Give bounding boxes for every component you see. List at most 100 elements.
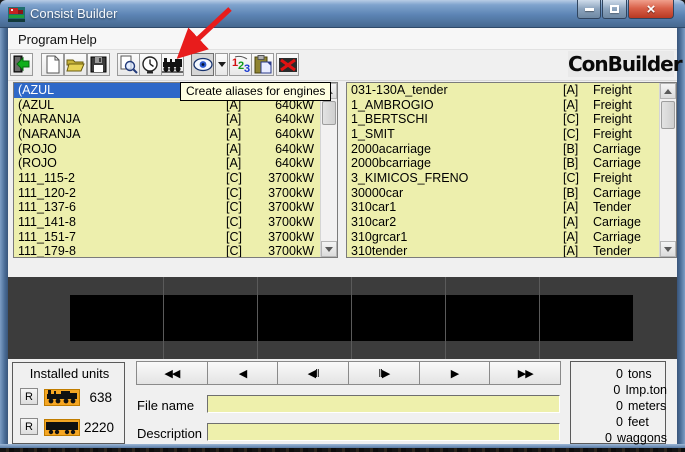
create-aliases-button[interactable] [161, 53, 184, 76]
description-input[interactable] [207, 423, 560, 441]
engine-class: [C] [226, 186, 256, 201]
file-name-label: File name [137, 398, 194, 413]
scrollbar-thumb[interactable] [322, 101, 336, 125]
reverse-engine-button[interactable]: R [20, 388, 38, 405]
renumber-button[interactable]: 1 2 3 [229, 53, 252, 76]
file-name-input[interactable] [207, 395, 560, 413]
nav-arrow-icon: ▶▶ [518, 367, 533, 380]
stat-unit: waggons [612, 431, 667, 447]
engine-list-item[interactable]: 111_120-2 [C] 3700kW [14, 186, 320, 201]
scroll-down-icon[interactable] [660, 241, 676, 257]
menubar: Program Help [8, 28, 677, 50]
wagon-list-item[interactable]: 1_SMIT [C] Freight [347, 127, 659, 142]
engine-class: [A] [226, 112, 256, 127]
engine-list-item[interactable]: (NARANJA [A] 640kW [14, 127, 320, 142]
nav-button[interactable]: ▶▶ [489, 361, 561, 385]
engine-power: 3700kW [256, 244, 314, 257]
engine-list-item[interactable]: (NARANJA [A] 640kW [14, 112, 320, 127]
nav-button[interactable]: ◀ [207, 361, 279, 385]
stat-unit: meters [623, 399, 666, 415]
wagon-list-item[interactable]: 2000bcarriage [B] Carriage [347, 156, 659, 171]
engine-count: 638 [84, 390, 112, 405]
engine-list-item[interactable]: 111_137-6 [C] 3700kW [14, 200, 320, 215]
engine-list-item[interactable]: (ROJO [A] 640kW [14, 156, 320, 171]
scroll-down-icon[interactable] [321, 241, 337, 257]
numbers-123-icon: 1 2 3 [231, 55, 251, 74]
wagon-list-item[interactable]: 2000acarriage [B] Carriage [347, 142, 659, 157]
view-button[interactable] [191, 53, 214, 76]
description-label: Description [137, 426, 202, 441]
wagon-type: Freight [593, 83, 653, 98]
consist-slot[interactable] [258, 277, 351, 359]
engine-power: 640kW [256, 156, 314, 171]
client-area: Program Help [8, 28, 677, 444]
wagon-name: 1_AMBROGIO [351, 98, 563, 113]
consist-nav: ◀◀ ◀ ◀‖ ‖▶ ▶ ▶▶ [137, 361, 561, 385]
nav-button[interactable]: ‖▶ [348, 361, 420, 385]
engine-list-item[interactable]: 111_141-8 [C] 3700kW [14, 215, 320, 230]
svg-text:3: 3 [244, 63, 250, 74]
engine-list-item[interactable]: 111_179-8 [C] 3700kW [14, 244, 320, 257]
locomotive-icon [44, 389, 80, 406]
stat-unit: Imp.ton [620, 383, 667, 399]
wagon-list-item[interactable]: 031-130A_tender [A] Freight [347, 83, 659, 98]
delete-button[interactable] [276, 53, 299, 76]
maximize-button[interactable] [602, 0, 627, 19]
clipboard-icon [254, 55, 272, 74]
paste-button[interactable] [251, 53, 274, 76]
engine-class: [A] [226, 127, 256, 142]
stat-row: 0 meters [571, 399, 667, 415]
engine-list-scrollbar[interactable] [320, 83, 337, 257]
wagon-type: Freight [593, 127, 653, 142]
reverse-wagon-button[interactable]: R [20, 418, 38, 435]
wagon-list-item[interactable]: 310tender [A] Tender [347, 244, 659, 257]
consist-slot[interactable] [70, 277, 163, 359]
nav-button[interactable]: ◀◀ [136, 361, 208, 385]
nav-button[interactable]: ◀‖ [277, 361, 349, 385]
wagon-list-scrollbar[interactable] [659, 83, 676, 257]
minimize-button[interactable] [577, 0, 601, 19]
engine-power: 3700kW [256, 171, 314, 186]
engine-name: (NARANJA [18, 112, 226, 127]
wagon-name: 310car2 [351, 215, 563, 230]
close-button[interactable]: × [628, 0, 674, 19]
wagon-list-item[interactable]: 310grcar1 [A] Carriage [347, 230, 659, 245]
wagon-name: 031-130A_tender [351, 83, 563, 98]
wagon-list-item[interactable]: 310car2 [A] Carriage [347, 215, 659, 230]
wagon-list-item[interactable]: 3_KIMICOS_FRENO [C] Freight [347, 171, 659, 186]
scrollbar-thumb[interactable] [661, 101, 675, 129]
engine-list-item[interactable]: 111_115-2 [C] 3700kW [14, 171, 320, 186]
consist-slot[interactable] [352, 277, 445, 359]
consist-slot[interactable] [446, 277, 539, 359]
wagon-list-item[interactable]: 310car1 [A] Tender [347, 200, 659, 215]
wagon-list-item[interactable]: 1_AMBROGIO [A] Freight [347, 98, 659, 113]
strip-right-pad [633, 277, 677, 359]
open-button[interactable] [64, 53, 87, 76]
wagon-list-item[interactable]: 1_BERTSCHI [C] Freight [347, 112, 659, 127]
clock-button[interactable] [139, 53, 162, 76]
strip-left-pad [8, 277, 70, 359]
engine-power: 640kW [256, 127, 314, 142]
menu-help[interactable]: Help [66, 31, 101, 48]
engine-list-item[interactable]: 111_151-7 [C] 3700kW [14, 230, 320, 245]
nav-button[interactable]: ▶ [419, 361, 491, 385]
wagon-class: [A] [563, 98, 593, 113]
engine-power: 3700kW [256, 200, 314, 215]
menu-program[interactable]: Program [14, 31, 72, 48]
consist-slot[interactable] [164, 277, 257, 359]
exit-button[interactable] [10, 53, 33, 76]
new-button[interactable] [41, 53, 64, 76]
wagon-type: Carriage [593, 230, 653, 245]
wagon-list-item[interactable]: 30000car [B] Carriage [347, 186, 659, 201]
save-button[interactable] [87, 53, 110, 76]
engine-list-item[interactable]: (ROJO [A] 640kW [14, 142, 320, 157]
engine-class: [A] [226, 156, 256, 171]
scroll-up-icon[interactable] [660, 83, 676, 99]
wagon-count: 2220 [84, 420, 112, 435]
consist-slot[interactable] [540, 277, 633, 359]
wagon-icon [44, 419, 80, 436]
print-preview-button[interactable] [117, 53, 140, 76]
view-options-button[interactable] [215, 53, 228, 76]
engine-name: 111_141-8 [18, 215, 226, 230]
titlebar[interactable]: Consist Builder × [0, 0, 685, 28]
